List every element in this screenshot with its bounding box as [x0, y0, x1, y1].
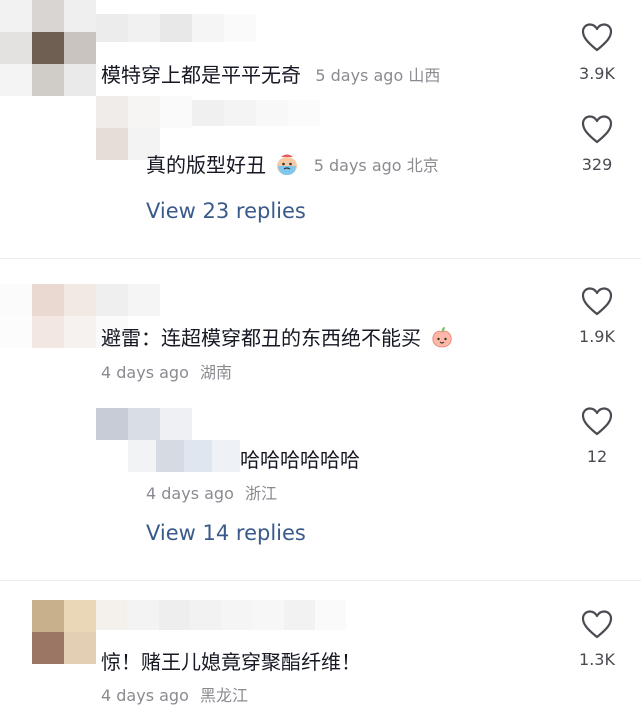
divider [0, 258, 641, 259]
comment-meta: 4 days ago 浙江 [146, 480, 277, 504]
like-count: 1.9K [579, 327, 615, 346]
comment-time: 4 days ago [101, 363, 189, 382]
peach-face-emoji [432, 327, 452, 348]
comment-text: 惊！赌王儿媳竟穿聚酯纤维！ [101, 650, 361, 674]
avatar-blurred[interactable] [0, 0, 96, 96]
comment-text: 哈哈哈哈哈哈 [240, 448, 360, 472]
username-blurred[interactable] [96, 14, 256, 42]
avatar-blurred[interactable] [96, 96, 192, 160]
comment-text: 模特穿上都是平平无奇 [101, 63, 301, 87]
username-blurred[interactable] [128, 440, 240, 472]
like-count: 3.9K [579, 64, 615, 83]
like-count: 1.3K [579, 650, 615, 669]
avatar-blurred[interactable] [32, 600, 96, 664]
comment-meta: 4 days ago 湖南 [101, 359, 232, 383]
heart-icon[interactable] [581, 22, 613, 52]
heart-icon[interactable] [581, 406, 613, 436]
comment-meta: 4 days ago 黑龙江 [101, 682, 248, 706]
comment-time: 4 days ago [101, 686, 189, 705]
comment-location: 北京 [406, 156, 439, 175]
heart-icon[interactable] [581, 114, 613, 144]
comment-location: 浙江 [244, 484, 277, 503]
like-count: 329 [581, 155, 613, 174]
comment-meta: 5 days ago 山西 [315, 66, 440, 85]
comment-text-row: 模特穿上都是平平无奇 5 days ago 山西 [101, 62, 440, 89]
comment-location: 山西 [408, 66, 441, 85]
heart-icon[interactable] [581, 286, 613, 316]
comment-time: 4 days ago [146, 484, 234, 503]
view-replies-button[interactable]: View 14 replies [146, 521, 306, 545]
username-blurred[interactable] [96, 600, 346, 630]
crying-face-emoji [277, 154, 298, 175]
username-blurred[interactable] [192, 100, 320, 126]
comment-location: 湖南 [199, 363, 232, 382]
avatar-blurred[interactable] [96, 408, 192, 440]
heart-icon[interactable] [581, 609, 613, 639]
comment-text-row: 避雷：连超模穿都丑的东西绝不能买 [101, 325, 454, 351]
comment-time: 5 days ago [313, 156, 402, 175]
comment-location: 黑龙江 [199, 686, 248, 705]
comment-text: 真的版型好丑 [146, 153, 266, 177]
reply-text-row: 真的版型好丑 5 days ago 北京 [146, 152, 439, 179]
comment-meta: 5 days ago 北京 [314, 156, 439, 175]
divider [0, 580, 641, 581]
comment-time: 5 days ago [315, 66, 404, 85]
view-replies-button[interactable]: View 23 replies [146, 199, 306, 223]
like-count: 12 [586, 447, 608, 466]
comment-text: 避雷：连超模穿都丑的东西绝不能买 [101, 326, 421, 350]
